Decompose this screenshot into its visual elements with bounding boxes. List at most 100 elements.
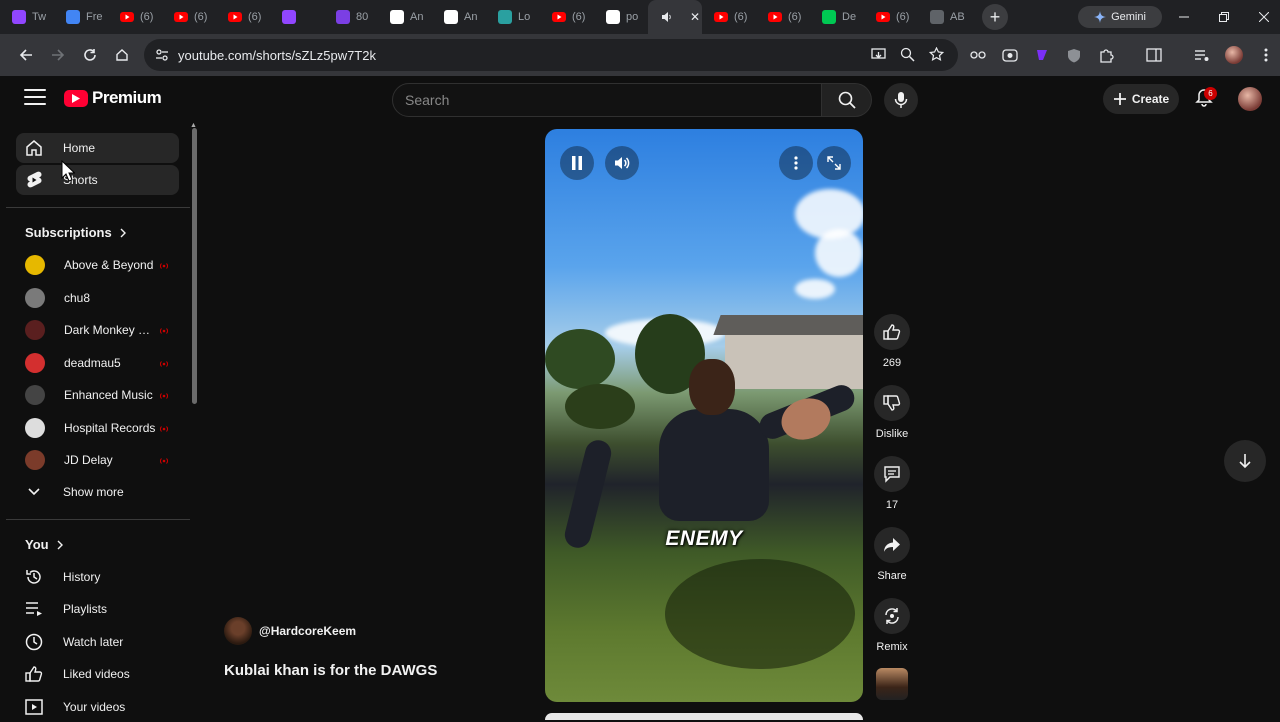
show-more-label: Show more	[63, 485, 124, 499]
channel-avatar	[25, 450, 45, 470]
next-short-preview[interactable]	[545, 713, 863, 720]
extensions-puzzle-icon[interactable]	[1097, 46, 1115, 64]
sidebar-subscription-item[interactable]: Dark Monkey Mu...	[16, 315, 179, 345]
sidebar-item-home[interactable]: Home	[16, 133, 179, 163]
install-app-icon[interactable]	[871, 47, 886, 62]
browser-tab[interactable]: AB	[918, 0, 972, 34]
youtube-logo[interactable]: Premium	[64, 88, 162, 108]
twitch-icon	[282, 10, 296, 24]
site-settings-icon[interactable]	[154, 47, 170, 63]
browser-tab[interactable]: De	[810, 0, 864, 34]
sidebar-subscription-item[interactable]: chu8	[16, 283, 179, 313]
you-heading[interactable]: You	[25, 537, 63, 552]
channel-avatar[interactable]	[224, 617, 252, 645]
sidebar-scrollbar[interactable]	[192, 128, 197, 404]
browser-tab[interactable]: po	[594, 0, 648, 34]
extension-purple-icon[interactable]	[1033, 46, 1051, 64]
browser-tab[interactable]: (6)	[108, 0, 162, 34]
close-window-button[interactable]	[1244, 0, 1280, 34]
browser-tab[interactable]: (6)	[540, 0, 594, 34]
minimize-button[interactable]	[1164, 0, 1204, 34]
like-button[interactable]: 269	[874, 314, 910, 369]
sidebar-subscription-item[interactable]: Hospital Records	[16, 413, 179, 443]
account-avatar[interactable]	[1238, 87, 1262, 111]
dislike-button[interactable]: Dislike	[874, 385, 910, 440]
tab-title: Tw	[32, 11, 47, 23]
next-short-button[interactable]	[1224, 440, 1266, 482]
browser-tab[interactable]: 80	[324, 0, 378, 34]
extension-camera-icon[interactable]	[1001, 46, 1019, 64]
browser-tab[interactable]: (6)	[162, 0, 216, 34]
voice-search-button[interactable]	[884, 83, 918, 117]
video-more-options-button[interactable]	[779, 146, 813, 180]
sidebar-subscription-item[interactable]: JD Delay	[16, 445, 179, 475]
channel-handle[interactable]: @HardcoreKeem	[259, 624, 356, 638]
extension-shield-icon[interactable]	[1065, 46, 1083, 64]
video-icon	[24, 697, 44, 717]
browser-tab[interactable]	[270, 0, 324, 34]
browser-tab[interactable]: (6)	[864, 0, 918, 34]
zoom-icon[interactable]	[900, 47, 915, 62]
browser-tab[interactable]: ✕	[648, 0, 702, 34]
sidebar-subscription-item[interactable]: Enhanced Music	[16, 380, 179, 410]
divider	[6, 207, 190, 208]
remix-button[interactable]: Remix	[874, 598, 910, 653]
create-button[interactable]: Create	[1103, 84, 1179, 114]
comments-circle[interactable]	[874, 456, 910, 492]
reload-button[interactable]	[74, 39, 106, 71]
search-button[interactable]	[822, 83, 872, 117]
sound-thumbnail[interactable]	[876, 668, 908, 700]
browser-tab[interactable]: (6)	[702, 0, 756, 34]
sidebar-item-history[interactable]: History	[16, 562, 179, 592]
forward-button[interactable]	[42, 39, 74, 71]
gemini-label: Gemini	[1111, 11, 1146, 23]
sidebar-subscription-item[interactable]: Above & Beyond	[16, 250, 179, 280]
extension-glasses-icon[interactable]	[969, 46, 987, 64]
media-controls-icon[interactable]	[1193, 46, 1211, 64]
gemini-button[interactable]: Gemini	[1078, 6, 1162, 28]
sidebar-item-liked-videos[interactable]: Liked videos	[16, 659, 179, 689]
subscriptions-heading[interactable]: Subscriptions	[25, 225, 126, 240]
home-button[interactable]	[106, 39, 138, 71]
new-tab-button[interactable]: +	[982, 4, 1008, 30]
browser-tab[interactable]: Fre	[54, 0, 108, 34]
mute-button[interactable]	[605, 146, 639, 180]
youtube-play-icon	[64, 89, 88, 107]
show-more-button[interactable]: Show more	[16, 477, 179, 507]
sidebar-item-label: Liked videos	[63, 667, 130, 681]
comments-button[interactable]: 17	[874, 456, 910, 511]
sidebar-item-your-videos[interactable]: Your videos	[16, 692, 179, 722]
restore-button[interactable]	[1204, 0, 1244, 34]
remix-circle[interactable]	[874, 598, 910, 634]
browser-tab[interactable]: (6)	[756, 0, 810, 34]
browser-menu-icon[interactable]	[1257, 46, 1275, 64]
share-button[interactable]: Share	[874, 527, 910, 582]
bookmark-star-icon[interactable]	[929, 47, 944, 62]
notification-count-badge: 6	[1204, 87, 1217, 100]
channel-avatar	[25, 385, 45, 405]
side-panel-icon[interactable]	[1145, 46, 1163, 64]
pause-button[interactable]	[560, 146, 594, 180]
short-video-player[interactable]: ENEMY	[545, 129, 863, 702]
dislike-circle[interactable]	[874, 385, 910, 421]
search-input[interactable]: Search	[392, 83, 822, 117]
sidebar-subscription-item[interactable]: deadmau5	[16, 348, 179, 378]
browser-tab[interactable]: Lo	[486, 0, 540, 34]
browser-tab[interactable]: An	[432, 0, 486, 34]
sidebar-item-watch-later[interactable]: Watch later	[16, 627, 179, 657]
like-circle[interactable]	[874, 314, 910, 350]
share-circle[interactable]	[874, 527, 910, 563]
menu-button[interactable]	[24, 89, 46, 110]
browser-tab[interactable]: An	[378, 0, 432, 34]
profile-avatar[interactable]	[1225, 46, 1243, 64]
sidebar-item-shorts[interactable]: Shorts	[16, 165, 179, 195]
sidebar-item-playlists[interactable]: Playlists	[16, 594, 179, 624]
live-indicator-icon	[159, 390, 169, 400]
back-button[interactable]	[10, 39, 42, 71]
person	[653, 359, 773, 521]
fullscreen-button[interactable]	[817, 146, 851, 180]
address-bar[interactable]: youtube.com/shorts/sZLz5pw7T2k	[144, 39, 958, 71]
browser-tab[interactable]: (6)	[216, 0, 270, 34]
close-tab-icon[interactable]: ✕	[690, 10, 700, 24]
browser-tab[interactable]: Tw	[0, 0, 54, 34]
